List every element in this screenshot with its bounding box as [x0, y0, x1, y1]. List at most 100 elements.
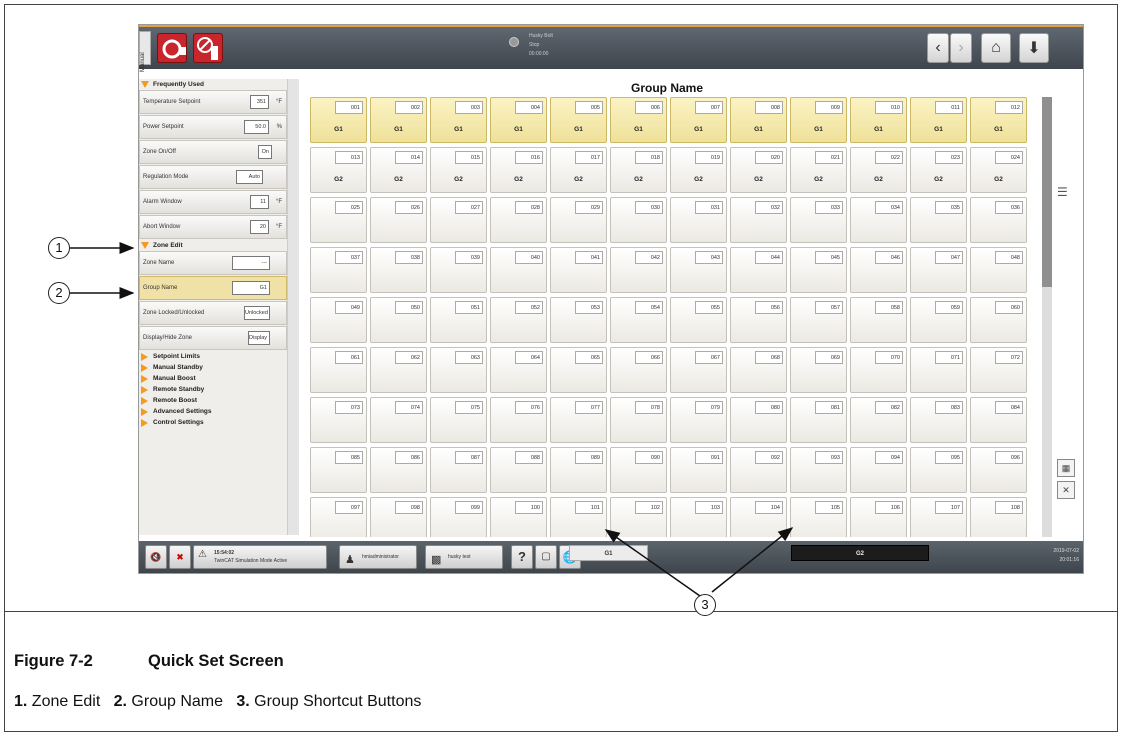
zone-tile[interactable]: 031 [670, 197, 727, 243]
zone-tile[interactable]: 011 G1 [910, 97, 967, 143]
user-button[interactable]: ♟ hmiadministrator [339, 545, 417, 569]
zone-tile[interactable]: 065 [550, 347, 607, 393]
section-frequently-used[interactable]: Frequently Used [139, 79, 287, 90]
help-button[interactable]: ? [511, 545, 533, 569]
alarm-banner[interactable]: ⚠ 15:54:02 TwinCAT Simulation Mode Activ… [193, 545, 327, 569]
section-zone-edit[interactable]: Zone Edit [139, 240, 287, 251]
zone-tile[interactable]: 014 G2 [370, 147, 427, 193]
zone-tile[interactable]: 017 G2 [550, 147, 607, 193]
zone-tile[interactable]: 056 [730, 297, 787, 343]
screenshot-button[interactable]: ▢ [535, 545, 557, 569]
zone-tile[interactable]: 071 [910, 347, 967, 393]
zone-tile[interactable]: 021 G2 [790, 147, 847, 193]
zone-tile[interactable]: 006 G1 [610, 97, 667, 143]
zone-tile[interactable]: 038 [370, 247, 427, 293]
zone-tile[interactable]: 047 [910, 247, 967, 293]
zone-tile[interactable]: 009 G1 [790, 97, 847, 143]
section-collapsed[interactable]: Remote Standby [139, 384, 287, 395]
zone-tile[interactable]: 070 [850, 347, 907, 393]
zone-tile[interactable]: 012 G1 [970, 97, 1027, 143]
zone-tile[interactable]: 092 [730, 447, 787, 493]
zone-tile[interactable]: 077 [550, 397, 607, 443]
setting-value-field[interactable]: On [258, 145, 272, 159]
zone-tile[interactable]: 066 [610, 347, 667, 393]
zone-tile[interactable]: 087 [430, 447, 487, 493]
zone-tile[interactable]: 042 [610, 247, 667, 293]
zone-tile[interactable]: 026 [370, 197, 427, 243]
zone-tile[interactable]: 060 [970, 297, 1027, 343]
zone-tile[interactable]: 074 [370, 397, 427, 443]
zone-tile[interactable]: 030 [610, 197, 667, 243]
menu-icon[interactable]: ☰ [1057, 185, 1068, 199]
zone-tile[interactable]: 050 [370, 297, 427, 343]
zone-tile[interactable]: 088 [490, 447, 547, 493]
zone-tile[interactable]: 063 [430, 347, 487, 393]
scroll-thumb[interactable] [1042, 97, 1052, 287]
zone-tile[interactable]: 072 [970, 347, 1027, 393]
zone-tile[interactable]: 108 [970, 497, 1027, 537]
zone-tile[interactable]: 040 [490, 247, 547, 293]
setting-row[interactable]: Power Setpoint 50.0% [139, 115, 287, 139]
zone-tile[interactable]: 082 [850, 397, 907, 443]
zone-tile[interactable]: 018 G2 [610, 147, 667, 193]
mute-button[interactable]: 🔇 [145, 545, 167, 569]
back-button[interactable]: ‹ [927, 33, 949, 63]
setting-value-field[interactable]: Display [248, 331, 270, 345]
zone-tile[interactable]: 067 [670, 347, 727, 393]
zone-tile[interactable]: 051 [430, 297, 487, 343]
zone-tile[interactable]: 024 G2 [970, 147, 1027, 193]
zone-tile[interactable]: 068 [730, 347, 787, 393]
manual-tab[interactable]: Manual [139, 31, 151, 72]
setting-row[interactable]: Zone Locked/Unlocked Unlocked [139, 301, 287, 325]
zone-tile[interactable]: 059 [910, 297, 967, 343]
zone-tile[interactable]: 054 [610, 297, 667, 343]
group-shortcut-g1[interactable]: G1 [569, 545, 648, 561]
alarm-reset-button[interactable]: ✖ [169, 545, 191, 569]
zone-tile[interactable]: 094 [850, 447, 907, 493]
zone-tile[interactable]: 048 [970, 247, 1027, 293]
mold-button[interactable]: ▩ husky test [425, 545, 503, 569]
zone-tile[interactable]: 106 [850, 497, 907, 537]
zone-tile[interactable]: 049 [310, 297, 367, 343]
setting-value-field[interactable]: Unlocked [244, 306, 270, 320]
zone-tile[interactable]: 013 G2 [310, 147, 367, 193]
download-button[interactable]: ⬇ [1019, 33, 1049, 63]
zone-tile[interactable]: 104 [730, 497, 787, 537]
zone-tile[interactable]: 107 [910, 497, 967, 537]
setting-row[interactable]: Zone Name --- [139, 251, 287, 275]
sidebar-scrollbar[interactable] [287, 79, 299, 535]
zone-tile[interactable]: 045 [790, 247, 847, 293]
zone-tile[interactable]: 099 [430, 497, 487, 537]
setting-value-field[interactable]: 20 [250, 220, 269, 234]
zone-tile[interactable]: 069 [790, 347, 847, 393]
zone-tile[interactable]: 010 G1 [850, 97, 907, 143]
forward-button[interactable]: › [950, 33, 972, 63]
zone-tile[interactable]: 095 [910, 447, 967, 493]
select-all-icon[interactable]: ▦ [1057, 459, 1075, 477]
setting-value-field[interactable]: 11 [250, 195, 269, 209]
zone-tile[interactable]: 098 [370, 497, 427, 537]
zone-tile[interactable]: 083 [910, 397, 967, 443]
zone-tile[interactable]: 073 [310, 397, 367, 443]
zone-tile[interactable]: 029 [550, 197, 607, 243]
zone-tile[interactable]: 002 G1 [370, 97, 427, 143]
zone-tile[interactable]: 057 [790, 297, 847, 343]
zone-tile[interactable]: 058 [850, 297, 907, 343]
zone-tile[interactable]: 076 [490, 397, 547, 443]
zone-tile[interactable]: 043 [670, 247, 727, 293]
zone-tile[interactable]: 039 [430, 247, 487, 293]
setting-value-field[interactable]: Auto [236, 170, 263, 184]
home-button[interactable]: ⌂ [981, 33, 1011, 63]
zone-tile[interactable]: 091 [670, 447, 727, 493]
zone-tile[interactable]: 101 [550, 497, 607, 537]
zone-tile[interactable]: 084 [970, 397, 1027, 443]
setting-value-field[interactable]: --- [232, 256, 270, 270]
zone-tile[interactable]: 025 [310, 197, 367, 243]
section-collapsed[interactable]: Manual Boost [139, 373, 287, 384]
zone-tile[interactable]: 036 [970, 197, 1027, 243]
setting-row[interactable]: Alarm Window 11 °F [139, 190, 287, 214]
zone-tile[interactable]: 033 [790, 197, 847, 243]
zone-tile[interactable]: 028 [490, 197, 547, 243]
zone-tile[interactable]: 081 [790, 397, 847, 443]
zone-tile[interactable]: 089 [550, 447, 607, 493]
